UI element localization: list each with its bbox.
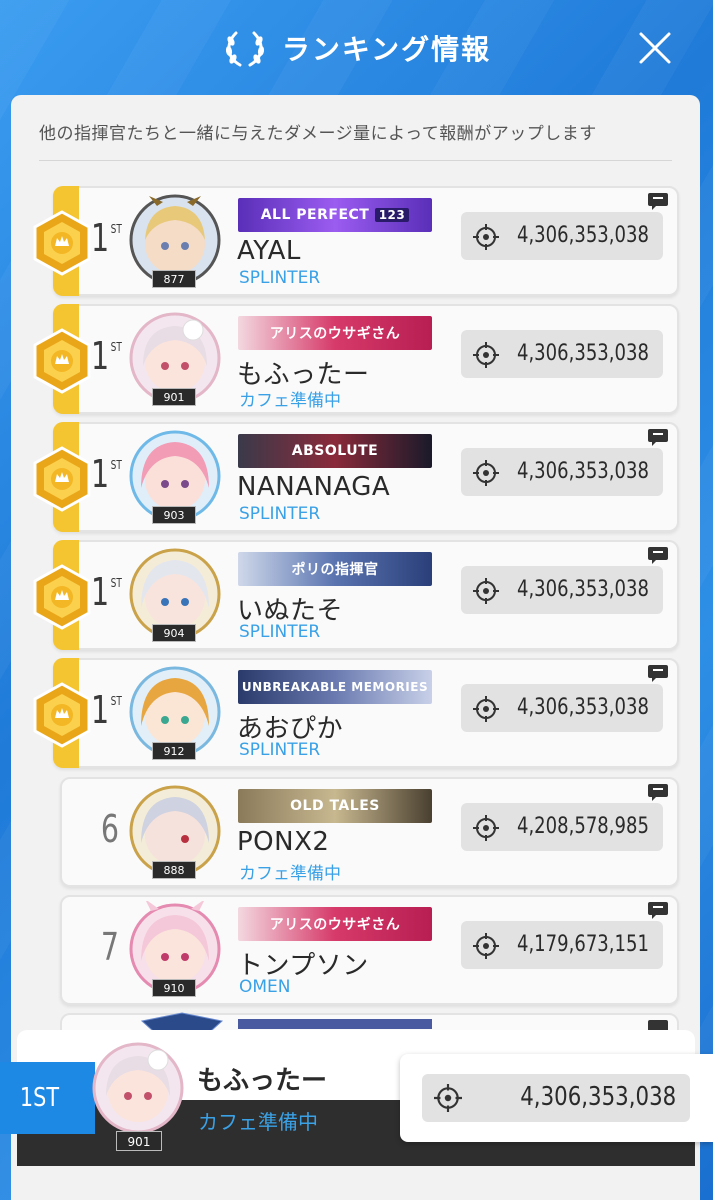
ranking-row[interactable]: 1 ST 877 ALL PERFECT 123 AYAL SPLINTER 4,… xyxy=(33,186,679,296)
target-icon xyxy=(473,578,499,604)
score-box: 4,208,578,985 xyxy=(461,803,663,851)
ranking-row[interactable]: 1 ST 912 UNBREAKABLE MEMORIES あおぴか SPLINT… xyxy=(33,658,679,768)
target-icon xyxy=(473,460,499,486)
rank-label: 1 ST xyxy=(91,452,122,496)
score-box: 4,306,353,038 xyxy=(461,566,663,614)
ranking-row[interactable]: 6 888 OLD TALES PONX2 カフェ準備中 4,208,578,9… xyxy=(60,777,679,887)
description-text: 他の指揮官たちと一緒に与えたダメージ量によって報酬がアップします xyxy=(39,124,597,144)
rank-label: 1 ST xyxy=(91,334,122,378)
header: ランキング情報 xyxy=(0,0,713,95)
guild-name: SPLINTER xyxy=(239,268,321,288)
player-name: AYAL xyxy=(237,236,301,266)
damage-score: 4,306,353,038 xyxy=(517,695,649,720)
my-avatar[interactable] xyxy=(88,1038,188,1138)
medal-icon xyxy=(33,328,91,394)
level-badge: 877 xyxy=(152,270,196,288)
laurel-icon xyxy=(225,31,264,66)
level-badge: 912 xyxy=(152,742,196,760)
my-level-badge: 901 xyxy=(116,1131,162,1151)
guild-name: SPLINTER xyxy=(239,622,321,642)
page-title: ランキング情報 xyxy=(281,32,492,66)
title-banner: UNBREAKABLE MEMORIES xyxy=(238,670,432,704)
ranking-row[interactable]: 1 ST 904 ポリの指揮官 いぬたそ SPLINTER 4,306,353,0… xyxy=(33,540,679,650)
my-rank-badge: 1ST xyxy=(0,1062,95,1134)
guild-name: カフェ準備中 xyxy=(239,864,341,884)
target-icon xyxy=(473,815,499,841)
rank-label: 1 ST xyxy=(91,216,122,260)
title-banner: ABSOLUTE xyxy=(238,434,432,468)
title-banner: アリスのウサギさん xyxy=(238,907,432,941)
divider xyxy=(39,160,672,161)
target-icon xyxy=(434,1084,462,1112)
damage-score: 4,306,353,038 xyxy=(517,577,649,602)
medal-icon xyxy=(33,682,91,748)
ranking-row[interactable]: 1 ST 901 アリスのウサギさん もふったー カフェ準備中 4,306,353… xyxy=(33,304,679,414)
level-badge: 910 xyxy=(152,979,196,997)
title-banner xyxy=(238,1019,432,1029)
score-box: 4,306,353,038 xyxy=(461,212,663,260)
damage-score: 4,208,578,985 xyxy=(517,814,649,839)
level-badge: 903 xyxy=(152,506,196,524)
rank-label: 1 ST xyxy=(91,688,122,732)
level-badge: 901 xyxy=(152,388,196,406)
level-badge: 888 xyxy=(152,861,196,879)
chat-icon[interactable] xyxy=(647,901,669,919)
chat-icon[interactable] xyxy=(647,783,669,801)
score-box: 4,306,353,038 xyxy=(461,330,663,378)
damage-score: 4,179,673,151 xyxy=(517,932,649,957)
guild-name: SPLINTER xyxy=(239,740,321,760)
title-banner: ALL PERFECT 123 xyxy=(238,198,432,232)
my-score-card: 4,306,353,038 xyxy=(400,1054,713,1142)
my-player-name: もふったー xyxy=(197,1066,328,1096)
rank-label: 1 ST xyxy=(91,570,122,614)
guild-name: SPLINTER xyxy=(239,504,321,524)
chat-icon[interactable] xyxy=(647,664,669,682)
medal-icon xyxy=(33,210,91,276)
chat-icon[interactable] xyxy=(647,192,669,210)
target-icon xyxy=(473,696,499,722)
rank-label: 6 xyxy=(100,807,120,851)
rank-label: 7 xyxy=(100,925,120,969)
medal-icon xyxy=(33,564,91,630)
score-box: 4,179,673,151 xyxy=(461,921,663,969)
score-box: 4,306,353,038 xyxy=(461,448,663,496)
guild-name: OMEN xyxy=(239,977,291,997)
title-banner: アリスのウサギさん xyxy=(238,316,432,350)
medal-icon xyxy=(33,446,91,512)
target-icon xyxy=(473,933,499,959)
target-icon xyxy=(473,342,499,368)
score-box: 4,306,353,038 xyxy=(461,684,663,732)
close-icon[interactable] xyxy=(637,30,673,66)
guild-name: カフェ準備中 xyxy=(239,391,341,411)
ranking-row[interactable]: 7 910 アリスのウサギさん トンプソン OMEN 4,179,673,151 xyxy=(60,895,679,1005)
damage-score: 4,306,353,038 xyxy=(517,223,649,248)
my-score-box: 4,306,353,038 xyxy=(422,1074,690,1122)
my-guild-name: カフェ準備中 xyxy=(198,1110,318,1134)
title-banner: OLD TALES xyxy=(238,789,432,823)
target-icon xyxy=(473,224,499,250)
chat-icon[interactable] xyxy=(647,428,669,446)
damage-score: 4,306,353,038 xyxy=(517,341,649,366)
player-name: PONX2 xyxy=(237,827,330,857)
level-badge: 904 xyxy=(152,624,196,642)
my-damage-score: 4,306,353,038 xyxy=(520,1082,676,1112)
player-name: NANANAGA xyxy=(237,472,391,502)
chat-icon[interactable] xyxy=(647,546,669,564)
ranking-row[interactable]: 1 ST 903 ABSOLUTE NANANAGA SPLINTER 4,306… xyxy=(33,422,679,532)
title-banner: ポリの指揮官 xyxy=(238,552,432,586)
damage-score: 4,306,353,038 xyxy=(517,459,649,484)
